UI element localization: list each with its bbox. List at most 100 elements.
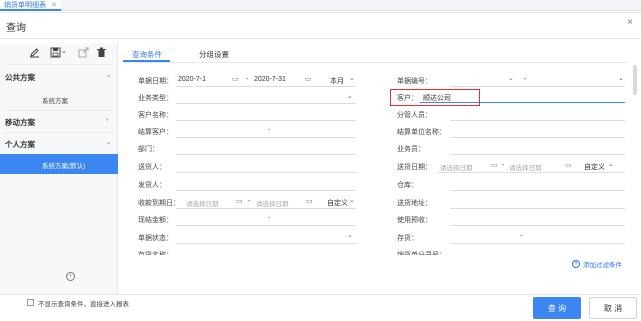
- field-label-settlement-unit-name: 结算单位名称：: [397, 129, 446, 136]
- underline: [176, 208, 356, 209]
- divider: [5, 132, 113, 133]
- calendar-icon[interactable]: ▭: [491, 161, 498, 169]
- close-icon[interactable]: ×: [627, 17, 633, 28]
- field-label-document-status: 单据状态：: [138, 235, 173, 242]
- date-from-input[interactable]: 2020-7-1: [178, 76, 206, 83]
- chevron-down-icon[interactable]: ⌄: [347, 92, 353, 100]
- date-range-sep: -: [248, 198, 251, 205]
- chevron-down-icon[interactable]: ⌄: [106, 139, 111, 146]
- chevron-down-icon[interactable]: ⌄: [618, 74, 624, 82]
- salesperson-input[interactable]: [450, 154, 625, 155]
- range-sep: -: [520, 233, 523, 240]
- save-icon[interactable]: [50, 47, 61, 58]
- section-personal-schemes[interactable]: 个人方案: [5, 139, 35, 150]
- skip-conditions-label: 不显示查询条件，直接进入报表: [38, 301, 129, 308]
- delivery-address-input[interactable]: [450, 208, 625, 209]
- period-select[interactable]: 本月: [330, 76, 344, 86]
- field-label-warehouse: 仓库：: [397, 182, 418, 189]
- document-status-select[interactable]: [176, 243, 356, 244]
- tab-sales-detail[interactable]: 销货单明细表 ✕: [0, 0, 61, 11]
- calendar-icon[interactable]: ▭: [305, 75, 312, 83]
- divider: [5, 110, 113, 111]
- chevron-down-icon[interactable]: ⌄: [106, 72, 111, 79]
- field-label-customer-name: 客户名称：: [138, 112, 173, 119]
- section-mobile-schemes[interactable]: 移动方案: [5, 117, 35, 128]
- highlight-box: [390, 89, 480, 106]
- calendar-icon[interactable]: ▭: [236, 197, 243, 205]
- chevron-down-icon[interactable]: ⌄: [508, 74, 514, 82]
- period-select[interactable]: 自定义: [584, 162, 605, 172]
- divider: [123, 62, 628, 63]
- field-label-inventory: 存货：: [397, 235, 418, 242]
- divider: [0, 294, 641, 295]
- chevron-right-icon[interactable]: ›: [106, 117, 108, 123]
- tab-query-conditions[interactable]: 查询条件: [132, 49, 162, 60]
- divider: [0, 38, 641, 39]
- due-date-to-input[interactable]: 请选择日期: [256, 198, 289, 208]
- chevron-down-icon[interactable]: ⌄: [61, 47, 67, 55]
- inventory-input[interactable]: [450, 243, 625, 244]
- dialog-title: 查询: [6, 23, 26, 34]
- calendar-icon[interactable]: ▭: [306, 197, 313, 205]
- sidebar-item-system-scheme-default[interactable]: 系统方案(默认): [42, 160, 85, 170]
- field-label-inventory-name: 存货名称：: [138, 250, 173, 255]
- range-sep: -: [268, 127, 271, 134]
- chevron-down-icon[interactable]: ⌄: [349, 196, 355, 204]
- use-advance-input[interactable]: [450, 225, 625, 226]
- underline: [437, 172, 625, 173]
- add-filter-label: 添加过滤条件: [583, 262, 622, 269]
- chevron-down-icon[interactable]: ⌄: [347, 231, 353, 239]
- tab-bar: [0, 0, 641, 11]
- warehouse-input[interactable]: [450, 190, 625, 191]
- divider: [5, 64, 113, 65]
- section-public-schemes[interactable]: 公共方案: [5, 72, 35, 83]
- business-type-select[interactable]: [176, 103, 356, 104]
- trash-icon[interactable]: [96, 47, 107, 58]
- chevron-down-icon[interactable]: ⌄: [608, 160, 614, 168]
- add-circle-icon: +: [572, 260, 580, 268]
- scrollbar[interactable]: [633, 65, 637, 95]
- field-label-entry-number: 销货单分录号：: [397, 250, 446, 255]
- field-label-delivery-address: 送货地址：: [397, 200, 432, 207]
- close-icon[interactable]: ✕: [51, 1, 57, 9]
- query-button[interactable]: 查 询: [533, 297, 581, 319]
- deliverer-input[interactable]: [176, 172, 356, 173]
- cancel-button[interactable]: 取 消: [589, 297, 637, 319]
- collapse-icon[interactable]: ‹: [66, 272, 75, 281]
- sidebar-item-system-scheme[interactable]: 系统方案: [42, 95, 68, 105]
- add-filter-link[interactable]: + 添加过滤条件: [572, 259, 622, 269]
- department-input[interactable]: [176, 154, 356, 155]
- field-label-shipper: 发货人：: [138, 182, 166, 189]
- field-label-delivery-date: 送货日期：: [397, 164, 432, 171]
- export-icon[interactable]: [78, 47, 89, 58]
- tab-title: 销货单明细表: [4, 1, 46, 9]
- date-range-sep: -: [502, 162, 505, 169]
- date-to-input[interactable]: 2020-7-31: [254, 76, 286, 83]
- tab-group-settings[interactable]: 分组设置: [199, 49, 229, 60]
- pencil-icon[interactable]: [29, 47, 40, 58]
- chevron-down-icon[interactable]: ⌄: [349, 74, 355, 82]
- skip-conditions-checkbox[interactable]: [27, 299, 34, 306]
- due-date-from-input[interactable]: 请选择日期: [186, 198, 219, 208]
- calendar-icon[interactable]: ▭: [232, 75, 239, 83]
- settlement-customer-input[interactable]: [176, 137, 356, 138]
- range-sep: -: [268, 215, 271, 222]
- period-select[interactable]: 自定义: [327, 198, 348, 208]
- delivery-date-from-input[interactable]: 请选择日期: [440, 162, 473, 172]
- field-label-deliverer: 送货人：: [138, 164, 166, 171]
- range-sep: -: [524, 76, 527, 83]
- manager-input[interactable]: [450, 120, 625, 121]
- delivery-date-to-input[interactable]: 请选择日期: [509, 162, 542, 172]
- field-label-payment-due-date: 收款到期日：: [138, 200, 180, 207]
- field-label-settlement-customer: 结算客户：: [138, 129, 173, 136]
- field-label-document-date: 单据日期：: [138, 78, 173, 85]
- shipper-input[interactable]: [176, 190, 356, 191]
- field-label-salesperson: 业务员：: [397, 146, 425, 153]
- settlement-unit-input[interactable]: [450, 137, 625, 138]
- calendar-icon[interactable]: ▭: [565, 161, 572, 169]
- field-label-business-type: 业务类型：: [138, 95, 173, 102]
- customer-name-input[interactable]: [176, 120, 356, 121]
- field-label-document-number: 单据编号：: [397, 78, 432, 85]
- cash-amount-input[interactable]: [176, 225, 356, 226]
- document-number-input[interactable]: [450, 86, 625, 87]
